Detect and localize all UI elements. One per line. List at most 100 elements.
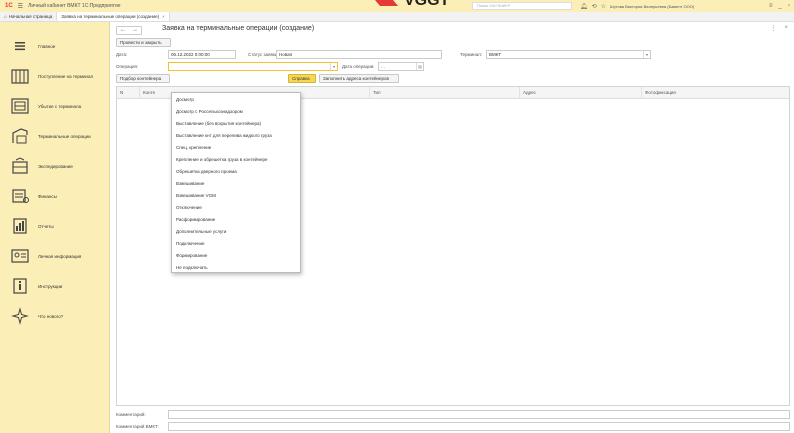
fill-addresses-button[interactable]: Заполнить адреса контейнеров	[319, 74, 399, 83]
dropdown-item[interactable]: Расформирование	[176, 217, 215, 222]
menu-lines-icon	[10, 36, 30, 56]
date-field[interactable]: 06.12.2022 0:00:00	[168, 50, 236, 59]
sidebar-item-label: Терминальные операции	[38, 133, 91, 139]
global-search-input[interactable]: Поиск Ctrl+Shift+F	[472, 2, 572, 10]
app-logo: 1С	[5, 3, 13, 9]
sidebar-item-forwarding[interactable]: Экспедирование	[0, 156, 110, 176]
tabs-bar: ⌂ Начальная страница Заявка на терминаль…	[0, 12, 794, 22]
column-header: Адрес	[519, 87, 641, 99]
sidebar-item-label: Главное	[38, 43, 56, 49]
comment-field[interactable]	[168, 410, 790, 419]
close-tab-icon[interactable]: ×	[162, 14, 165, 19]
info-book-icon	[10, 276, 30, 296]
status-field: Новая	[276, 50, 442, 59]
sidebar-item-label: Финансы	[38, 193, 57, 199]
app-title: Личный кабинет ВМКТ 1С:Предприятие	[28, 3, 121, 9]
sidebar-item-label: Инструкции	[38, 283, 63, 289]
bell-icon[interactable]: 🔔︎	[580, 3, 588, 10]
chevron-down-icon[interactable]: ▾	[330, 63, 337, 70]
operation-date-field[interactable]: . . ▤	[378, 62, 424, 71]
column-header: N	[120, 90, 124, 95]
sidebar-item-label: Личная информация	[38, 253, 82, 259]
operation-select[interactable]: ▾	[168, 62, 338, 71]
close-icon[interactable]: ×	[784, 25, 788, 32]
dropdown-item[interactable]: Досмотр	[176, 97, 194, 102]
sidebar-item-label: Отчеты	[38, 223, 54, 229]
id-card-icon	[10, 246, 30, 266]
dropdown-item[interactable]: Выставление (без вскрытия контейнера)	[176, 121, 261, 126]
sidebar-item-label: Поступление на терминал	[38, 73, 94, 79]
tab-label: Начальная страница	[8, 14, 53, 19]
sidebar-item-personal[interactable]: Личная информация	[0, 246, 110, 266]
sidebar-item-reports[interactable]: Отчеты	[0, 216, 110, 236]
dropdown-item[interactable]: Подключение	[176, 241, 205, 246]
dropdown-item[interactable]: Отключение	[176, 205, 202, 210]
star-icon[interactable]: ☆	[601, 3, 606, 10]
sidebar-item-main[interactable]: Главное	[0, 36, 110, 56]
terminal-label: Терминал:	[460, 52, 482, 57]
status-label: Статус заявки:	[248, 52, 279, 57]
sidebar-item-whats-new[interactable]: Что нового?	[0, 306, 110, 326]
dropdown-item[interactable]: Взвешивание	[176, 181, 204, 186]
operation-label: Операция:	[116, 64, 139, 69]
page-title: Заявка на терминальные операции (создани…	[162, 25, 315, 32]
dropdown-item[interactable]: Формирование	[176, 253, 207, 258]
sidebar-item-label: Что нового?	[38, 313, 64, 319]
post-close-button[interactable]: Провести и закрыть	[116, 38, 171, 47]
sidebar-item-finance[interactable]: Финансы	[0, 186, 110, 206]
tab-home[interactable]: ⌂ Начальная страница	[0, 12, 56, 21]
dropdown-item[interactable]: Крепление и обрешетка груза в контейнере	[176, 157, 267, 162]
help-button[interactable]: Справка	[288, 74, 316, 83]
sidebar-item-arrival[interactable]: Поступление на терминал	[0, 66, 110, 86]
terminal-value: ВМКТ	[489, 52, 502, 57]
sparkle-icon	[10, 306, 30, 326]
date-label: Дата:	[116, 52, 128, 57]
nav-buttons: ← →	[116, 26, 142, 35]
sidebar-item-label: Убытие с терминала	[38, 103, 82, 109]
chevron-down-icon[interactable]: ▾	[643, 51, 650, 58]
comment-vmkt-label: Комментарий ВМКТ:	[116, 424, 159, 429]
menu-icon[interactable]: ☰	[18, 3, 23, 10]
back-arrow-icon[interactable]: ←	[117, 27, 129, 34]
forward-arrow-icon[interactable]: →	[129, 27, 141, 34]
column-header: Тип	[369, 87, 519, 99]
dropdown-item[interactable]: Спец. крепление	[176, 145, 211, 150]
home-icon: ⌂	[4, 14, 7, 19]
reports-icon	[10, 216, 30, 236]
comment-vmkt-field	[168, 422, 790, 431]
dropdown-item[interactable]: Дополнительные услуги	[176, 229, 226, 234]
settings-icon[interactable]: ≡	[769, 3, 773, 9]
svg-text:VGGT: VGGT	[404, 0, 450, 6]
title-bar: 1С ☰ Личный кабинет ВМКТ 1С:Предприятие …	[0, 0, 794, 12]
dropdown-item[interactable]: Взвешивание VGM	[176, 193, 216, 198]
more-icon[interactable]: ⋮	[770, 25, 776, 32]
sidebar-item-instructions[interactable]: Инструкции	[0, 276, 110, 296]
comment-label: Комментарий:	[116, 412, 146, 417]
sidebar-item-departure[interactable]: Убытие с терминала	[0, 96, 110, 116]
finance-icon	[10, 186, 30, 206]
sidebar: Главное Поступление на терминал Убытие с…	[0, 22, 110, 433]
dropdown-item[interactable]: Досмотр с Россельхознадзором	[176, 109, 243, 114]
sidebar-item-label: Экспедирование	[38, 163, 73, 169]
crane-icon	[10, 126, 30, 146]
operations-dropdown: Досмотр Досмотр с Россельхознадзором Выс…	[171, 92, 301, 273]
terminal-out-icon	[10, 96, 30, 116]
pick-containers-button[interactable]: Подбор контейнера	[116, 74, 170, 83]
operation-date-value: . .	[381, 64, 385, 69]
container-swap-icon	[10, 156, 30, 176]
sidebar-item-terminal-ops[interactable]: Терминальные операции	[0, 126, 110, 146]
tab-label: Заявка на терминальные операции (создани…	[61, 14, 160, 19]
restore-icon[interactable]: ▫	[788, 3, 790, 9]
dropdown-item[interactable]: Обрешетка дверного проема	[176, 169, 237, 174]
calendar-icon[interactable]: ▤	[416, 63, 423, 70]
tab-request[interactable]: Заявка на терминальные операции (создани…	[56, 12, 170, 21]
history-icon[interactable]: ⟲	[592, 3, 597, 10]
column-header: Фотофиксация	[641, 87, 789, 99]
dropdown-item[interactable]: Не подключать	[176, 265, 208, 270]
minimize-icon[interactable]: _	[779, 3, 782, 9]
operation-date-label: Дата операции:	[342, 64, 375, 69]
dropdown-item[interactable]: Выставление кнт для перелива жидкого гру…	[176, 133, 272, 138]
user-name[interactable]: Шутова Виктория Валерьевна (Бамент ООО)	[610, 4, 694, 9]
terminal-in-icon	[10, 66, 30, 86]
terminal-field[interactable]: ВМКТ ▾	[486, 50, 651, 59]
